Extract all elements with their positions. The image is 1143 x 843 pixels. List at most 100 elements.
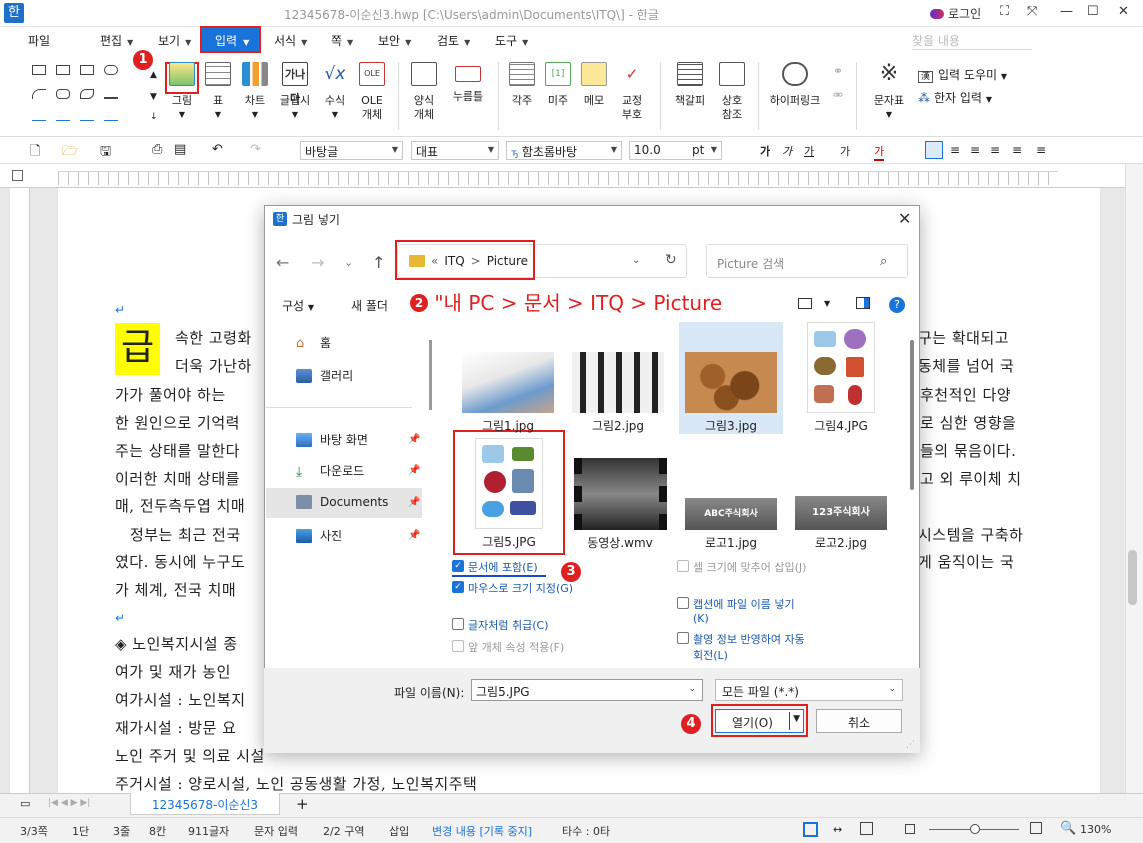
- shapes-scroll-up-icon[interactable]: ▲: [150, 70, 157, 80]
- new-folder-button[interactable]: 새 폴더: [351, 297, 388, 314]
- file-item[interactable]: 123주식회사 로고2.jpg: [791, 496, 891, 551]
- underline-icon[interactable]: 가: [804, 143, 814, 159]
- print-icon[interactable]: ⎙: [152, 142, 162, 157]
- file-item-selected[interactable]: 그림5.JPG: [459, 438, 559, 550]
- distribute-icon[interactable]: ≡: [1012, 143, 1022, 157]
- nav-gallery[interactable]: 갤러리: [296, 367, 416, 384]
- print-preview-icon[interactable]: ▤: [174, 142, 186, 157]
- menu-page[interactable]: 쪽 ▼: [331, 32, 353, 49]
- file-item[interactable]: ABC주식회사 로고1.jpg: [681, 498, 781, 551]
- shapes-more-icon[interactable]: ▼: [150, 92, 157, 102]
- forward-icon[interactable]: →: [311, 253, 324, 272]
- redo-icon[interactable]: ↷: [250, 142, 261, 157]
- menu-file[interactable]: 파일: [28, 32, 50, 49]
- chart-button[interactable]: 차트 ▼: [238, 62, 272, 122]
- equation-button[interactable]: √x 수식 ▼: [318, 62, 352, 122]
- proofreading-mark-button[interactable]: ✓ 교정 부호: [612, 62, 652, 122]
- ruler-toggle-icon[interactable]: [12, 170, 23, 181]
- symbol-button[interactable]: ※ 문자표 ▼: [868, 62, 910, 122]
- vertical-ruler[interactable]: [10, 188, 30, 793]
- page-view-icon[interactable]: ▭: [20, 797, 30, 810]
- view-normal-icon[interactable]: [803, 822, 818, 837]
- click-here-button[interactable]: 누름틀: [448, 62, 488, 104]
- vertical-scrollbar[interactable]: [1125, 164, 1143, 793]
- restore-icon[interactable]: ⤧: [1027, 4, 1037, 19]
- nav-documents[interactable]: Documents 📌: [296, 495, 420, 509]
- open-button[interactable]: 열기(O) ▼: [715, 709, 804, 733]
- font-select[interactable]: ꚋ 함초롬바탕 ▼: [506, 141, 622, 160]
- nav-scrollbar[interactable]: [429, 340, 432, 410]
- option-apply-prev[interactable]: 앞 개체 속성 적용(F): [452, 639, 592, 655]
- save-icon[interactable]: 🖫: [100, 142, 111, 164]
- table-button[interactable]: 표 ▼: [203, 62, 233, 122]
- cross-reference-button[interactable]: 상호 참조: [712, 62, 752, 122]
- font-size-select[interactable]: 10.0 pt ▼: [629, 141, 722, 160]
- nav-pictures[interactable]: 사진 📌: [296, 527, 420, 544]
- input-helper-button[interactable]: 漢 입력 도우미 ▼: [918, 66, 1007, 83]
- zoom-level[interactable]: 130%: [1080, 823, 1111, 836]
- file-item[interactable]: 동영상.wmv: [570, 458, 670, 551]
- zoom-icon[interactable]: 🔍: [1060, 821, 1076, 836]
- unlink-icon[interactable]: ⚮: [833, 88, 843, 102]
- filename-input[interactable]: 그림5.JPG ⌄: [471, 679, 703, 701]
- menu-search-input[interactable]: 찾을 내용: [912, 32, 1032, 50]
- menu-view[interactable]: 보기 ▼: [158, 32, 191, 49]
- search-input[interactable]: Picture 검색: [706, 244, 908, 278]
- bold-icon[interactable]: 가: [760, 143, 770, 159]
- form-object-button[interactable]: 양식 개체: [404, 62, 444, 122]
- filetype-select[interactable]: 모든 파일 (*.*) ⌄: [715, 679, 903, 701]
- font-color-icon[interactable]: 가: [874, 143, 885, 161]
- organize-button[interactable]: 구성 ▼: [282, 297, 314, 314]
- align-center-icon[interactable]: ≡: [970, 143, 980, 157]
- status-track-changes[interactable]: 변경 내용 [기록 중지]: [432, 823, 532, 839]
- new-doc-icon[interactable]: 🗋: [30, 142, 40, 164]
- option-auto-rotate[interactable]: 촬영 정보 반영하여 자동 회전(L): [677, 631, 807, 663]
- zoom-page-icon[interactable]: [1030, 822, 1042, 834]
- link-icon[interactable]: ⚭: [833, 64, 843, 78]
- app-icon[interactable]: 한: [4, 3, 24, 23]
- menu-input[interactable]: 입력 ▼: [200, 26, 261, 53]
- menu-format[interactable]: 서식 ▼: [274, 32, 307, 49]
- maximize-icon[interactable]: ☐: [1087, 4, 1099, 19]
- menu-edit[interactable]: 편집 ▼: [100, 32, 133, 49]
- recent-locations-icon[interactable]: ⌄: [344, 256, 353, 269]
- wordart-button[interactable]: 가나다 글맵시 ▼: [275, 62, 315, 122]
- nav-downloads[interactable]: ⤓ 다운로드 📌: [296, 462, 420, 480]
- hanja-input-button[interactable]: ⁂ 한자 입력 ▼: [918, 89, 992, 106]
- resize-grip-icon[interactable]: ⋰: [906, 740, 915, 750]
- minimize-icon[interactable]: —: [1060, 4, 1073, 19]
- footnote-button[interactable]: 각주: [505, 62, 539, 108]
- view-mode-icon[interactable]: [798, 297, 812, 309]
- option-mouse-size[interactable]: ✓ 마우스로 크기 지정(G): [452, 580, 582, 596]
- menu-tools[interactable]: 도구 ▼: [495, 32, 528, 49]
- file-list-scrollbar[interactable]: [910, 340, 914, 490]
- open-folder-icon[interactable]: 🗁: [62, 142, 78, 164]
- tab-nav-arrows[interactable]: |◀ ◀ ▶ ▶|: [48, 798, 90, 808]
- shapes-gallery[interactable]: [30, 63, 150, 129]
- style-select[interactable]: 바탕글 ▼: [300, 141, 403, 160]
- align-left-icon[interactable]: ≡: [950, 143, 960, 157]
- zoom-fit-icon[interactable]: [905, 824, 915, 834]
- cancel-button[interactable]: 취소: [816, 709, 902, 733]
- ole-button[interactable]: OLE OLE 개체: [355, 62, 389, 122]
- file-item[interactable]: 그림4.JPG: [791, 322, 891, 434]
- refresh-icon[interactable]: ↻: [665, 252, 677, 268]
- option-fit-cell[interactable]: 셀 크기에 맞추어 삽입(J): [677, 559, 807, 575]
- zoom-slider-thumb[interactable]: [970, 824, 980, 834]
- fullscreen-icon[interactable]: ⛶: [1000, 4, 1009, 19]
- picture-button[interactable]: 그림 ▼: [166, 62, 198, 122]
- menu-review[interactable]: 검토 ▼: [437, 32, 470, 49]
- strikethrough-icon[interactable]: 가: [840, 143, 850, 159]
- bookmark-button[interactable]: 책갈피: [668, 62, 712, 108]
- nav-home[interactable]: ⌂ 홈: [296, 334, 416, 351]
- scrollbar-thumb[interactable]: [1128, 550, 1137, 605]
- represent-select[interactable]: 대표 ▼: [411, 141, 499, 160]
- undo-icon[interactable]: ↶: [212, 142, 223, 157]
- file-item[interactable]: 그림3.jpg: [681, 352, 781, 434]
- document-tab[interactable]: 12345678-이순신3: [130, 793, 280, 815]
- file-item[interactable]: 그림2.jpg: [568, 352, 668, 434]
- add-tab-icon[interactable]: +: [296, 795, 309, 813]
- address-dropdown-icon[interactable]: ⌄: [632, 255, 640, 266]
- close-icon[interactable]: ✕: [1118, 4, 1129, 19]
- file-item[interactable]: 그림1.jpg: [458, 352, 558, 434]
